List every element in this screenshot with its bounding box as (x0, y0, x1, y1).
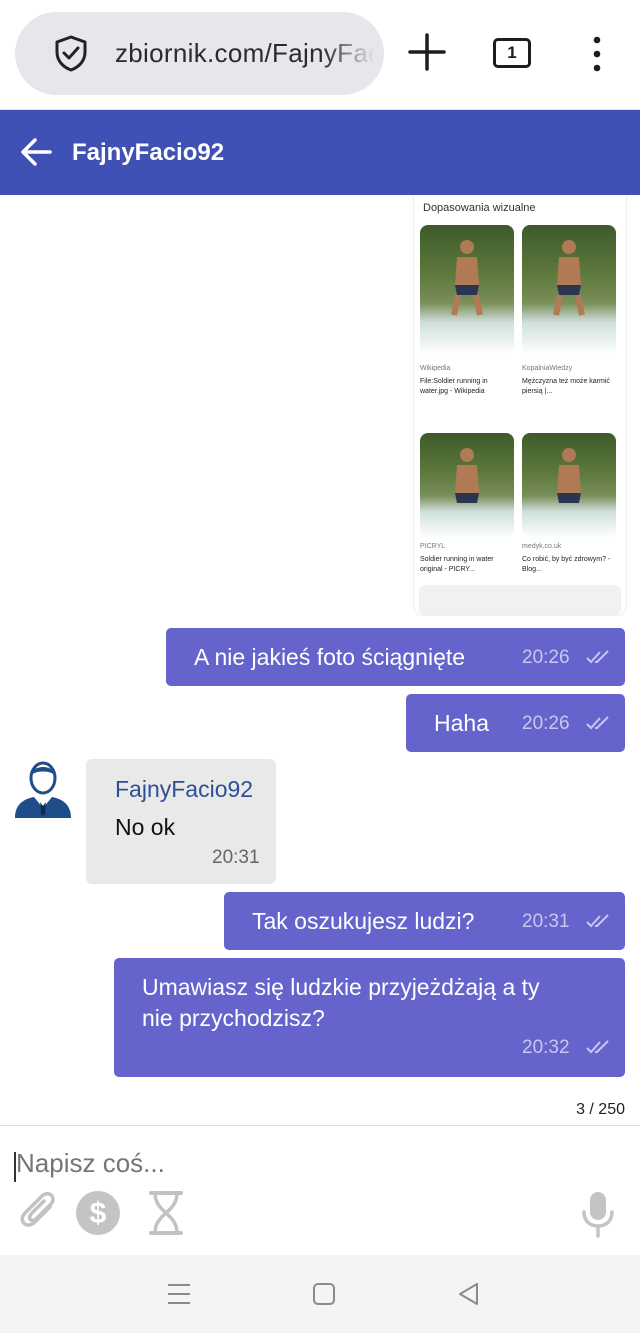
image-result: KopalniaWiedzy Mężczyzna też może karmić… (522, 225, 616, 395)
url-text[interactable]: zbiornik.com/FajnyFacio92 (115, 38, 375, 69)
image-result: PICRYL Soldier running in water original… (420, 433, 514, 601)
message-text: Tak oszukujesz ludzi? (252, 908, 475, 934)
message-composer: $ (0, 1125, 640, 1255)
back-icon[interactable] (456, 1281, 482, 1307)
photo-thumbnail (420, 433, 514, 538)
message-time: 20:31 (212, 847, 260, 868)
mic-icon[interactable] (580, 1190, 616, 1238)
more-vert-icon[interactable] (584, 34, 610, 74)
home-icon[interactable] (311, 1281, 337, 1307)
result-caption: File:Soldier running in water.jpg - Wiki… (420, 378, 488, 395)
chat-title: FajnyFacio92 (72, 139, 225, 166)
person-figure (451, 240, 483, 316)
message-input[interactable] (16, 1148, 576, 1179)
outgoing-message[interactable]: Haha 20:26 (406, 694, 625, 752)
message-list[interactable]: Dopasowania wizualne Wikipedia File:Sold… (0, 195, 640, 1125)
message-text: A nie jakieś foto ściągnięte (194, 644, 466, 670)
tabs-button[interactable]: 1 (493, 38, 531, 68)
system-nav-bar (0, 1255, 640, 1333)
outgoing-message[interactable]: A nie jakieś foto ściągnięte 20:26 (166, 628, 625, 686)
shared-image[interactable]: Dopasowania wizualne Wikipedia File:Sold… (414, 195, 626, 615)
read-ticks-icon (586, 716, 609, 730)
message-time: 20:31 (522, 911, 570, 932)
person-figure (553, 240, 585, 316)
message-time: 20:26 (522, 713, 570, 734)
shield-icon[interactable] (52, 34, 90, 72)
paperclip-icon[interactable] (20, 1190, 58, 1234)
outgoing-message[interactable]: Umawiasz się ludzkie przyjeżdżają a ty n… (114, 958, 625, 1077)
image-result: medyk.co.uk Co robić, by być zdrowym? - … (522, 433, 616, 601)
read-ticks-icon (586, 650, 609, 664)
result-caption: Soldier running in water original - PICR… (420, 556, 494, 573)
result-caption: Mężczyzna też może karmić piersią |... (522, 378, 610, 395)
incoming-message[interactable]: FajnyFacio92 No ok 20:31 (86, 759, 276, 884)
image-bottom-bar (419, 585, 621, 615)
arrow-back-icon[interactable] (18, 134, 54, 170)
image-heading: Dopasowania wizualne (423, 202, 536, 214)
tab-count: 1 (507, 43, 517, 62)
outgoing-message[interactable]: Tak oszukujesz ludzi? 20:31 (224, 892, 625, 950)
browser-toolbar: zbiornik.com/FajnyFacio92 1 (0, 0, 640, 110)
character-counter: 3 / 250 (576, 1101, 625, 1118)
person-figure (557, 448, 581, 503)
result-source: PICRYL (420, 543, 446, 550)
image-result: Wikipedia File:Soldier running in water.… (420, 225, 514, 395)
read-ticks-icon (586, 1040, 609, 1054)
photo-thumbnail (420, 225, 514, 355)
message-text: No ok (115, 814, 176, 840)
chat-header: FajnyFacio92 (0, 110, 640, 195)
read-ticks-icon (586, 914, 609, 928)
address-bar[interactable]: zbiornik.com/FajnyFacio92 (15, 12, 384, 95)
result-source: KopalniaWiedzy (522, 365, 573, 372)
result-source: Wikipedia (420, 365, 451, 372)
sender-name[interactable]: FajnyFacio92 (115, 776, 253, 803)
result-caption: Co robić, by być zdrowym? - Blog... (522, 556, 611, 573)
avatar-icon[interactable] (12, 758, 74, 820)
message-text: Haha (434, 710, 489, 736)
message-time: 20:32 (522, 1037, 570, 1058)
result-source: medyk.co.uk (522, 543, 562, 550)
message-time: 20:26 (522, 647, 570, 668)
recents-icon[interactable] (166, 1281, 192, 1307)
photo-thumbnail (522, 433, 616, 538)
person-figure (455, 448, 479, 503)
photo-thumbnail (522, 225, 616, 355)
message-text-line: Umawiasz się ludzkie przyjeżdżają a ty (142, 974, 540, 1000)
message-text-line: nie przychodzisz? (142, 1005, 325, 1031)
hourglass-icon[interactable] (148, 1190, 184, 1236)
plus-icon[interactable] (405, 30, 449, 74)
svg-text:$: $ (90, 1197, 107, 1230)
dollar-icon[interactable]: $ (75, 1190, 121, 1236)
